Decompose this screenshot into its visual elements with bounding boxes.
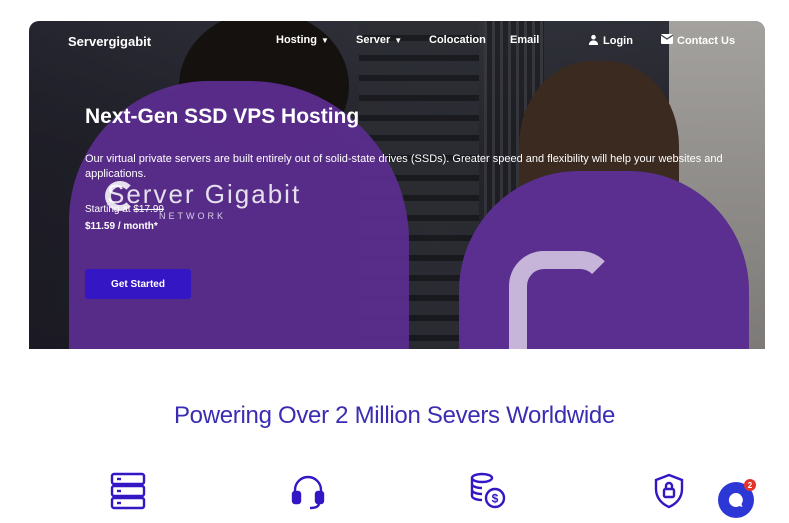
new-price: $11.59 / month* [85,221,158,232]
nav-label: Server [356,34,391,46]
nav-item-server[interactable]: Server ▼ [356,34,402,46]
caret-down-icon: ▼ [320,35,329,45]
caret-down-icon: ▼ [394,35,403,45]
nav-item-email[interactable]: Email [510,34,539,46]
starting-at-label: Starting at [85,204,131,215]
brand-logo[interactable]: Servergigabit [68,34,151,49]
hero-title: Next-Gen SSD VPS Hosting [85,105,360,128]
nav-label: Contact Us [677,34,736,47]
watermark-subtext: NETWORK [159,211,226,221]
server-stack-icon [109,472,147,510]
price-starting: Starting at $17.99 [85,204,164,215]
svg-text:$: $ [492,492,499,506]
nav-item-colocation[interactable]: Colocation [429,34,486,46]
shirt-logo [509,251,615,349]
nav-item-login[interactable]: Login [588,34,633,48]
hero-description: Our virtual private servers are built en… [85,153,723,180]
get-started-button[interactable]: Get Started [85,269,191,299]
mail-icon [660,34,674,47]
old-price: $17.99 [133,204,164,215]
nav-label: Email [510,34,540,46]
headset-icon [289,472,327,510]
hero-banner: Servergigabit Hosting ▼ Server ▼ Colocat… [29,21,765,349]
shield-lock-icon [650,472,688,510]
top-nav: Servergigabit Hosting ▼ Server ▼ Colocat… [29,21,765,61]
coins-dollar-icon: $ [469,472,507,510]
user-icon [588,34,599,48]
chat-icon [728,492,743,507]
section-headline: Powering Over 2 Million Severs Worldwide [173,402,616,429]
nav-item-contact[interactable]: Contact Us [660,34,736,47]
chat-notification-badge: 2 [744,479,756,491]
nav-label: Colocation [429,34,486,46]
nav-label: Hosting [276,34,317,46]
nav-item-hosting[interactable]: Hosting ▼ [276,34,329,46]
nav-label: Login [603,35,633,47]
